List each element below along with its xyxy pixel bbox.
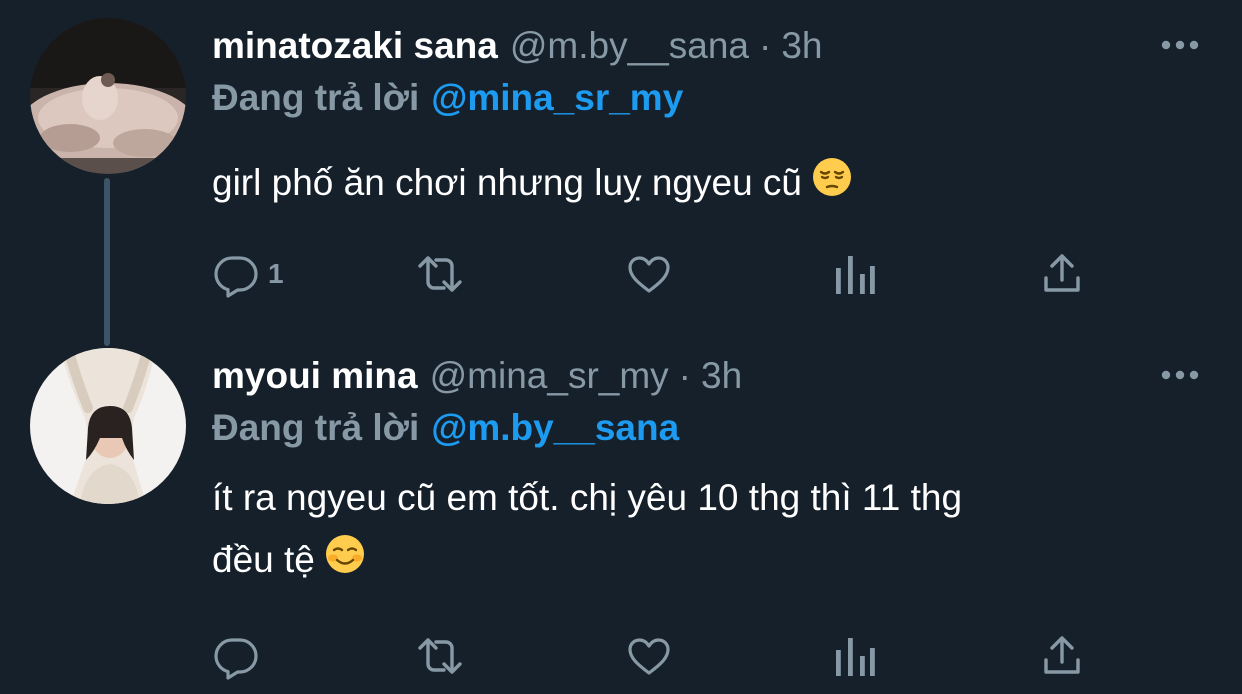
tweet-actions: 1: [212, 248, 1112, 300]
replying-to-mention[interactable]: @m.by__sana: [431, 407, 679, 449]
analytics-button[interactable]: [832, 248, 876, 300]
replying-to: Đang trả lời @mina_sr_my: [212, 72, 683, 124]
analytics-button[interactable]: [832, 630, 876, 682]
replying-to-mention[interactable]: @mina_sr_my: [431, 77, 683, 119]
more-options-button[interactable]: [1158, 30, 1202, 60]
retweet-button[interactable]: [412, 248, 468, 300]
replying-to-label: Đang trả lời: [212, 407, 420, 448]
pensive-face-emoji: [812, 154, 852, 216]
tweet-text-line-1: ít ra ngyeu cũ em tốt. chị yêu 10 thg th…: [212, 477, 963, 518]
share-icon: [1044, 636, 1080, 674]
reply-count: 1: [268, 258, 284, 289]
more-icon: [1161, 40, 1199, 50]
tweet-text: girl phố ăn chơi nhưng luỵ ngyeu cũ: [212, 152, 1202, 216]
retweet-icon: [418, 256, 462, 292]
display-name[interactable]: myoui mina: [212, 355, 418, 397]
separator-dot: ·: [758, 25, 772, 66]
reply-button[interactable]: [212, 630, 268, 682]
replying-to-label: Đang trả lời: [212, 77, 420, 118]
separator-dot: ·: [678, 355, 691, 396]
retweet-button[interactable]: [412, 630, 468, 682]
user-handle[interactable]: @m.by__sana: [510, 25, 749, 67]
thread-connector-line: [104, 178, 110, 346]
share-button[interactable]: [1038, 248, 1086, 300]
analytics-icon: [836, 638, 875, 676]
more-icon: [1161, 370, 1199, 380]
share-button[interactable]: [1038, 630, 1086, 682]
analytics-icon: [836, 256, 875, 294]
user-handle[interactable]: @mina_sr_my: [430, 355, 669, 397]
tweet-header: minatozaki sana @m.by__sana · 3h: [212, 20, 822, 72]
retweet-icon: [418, 638, 462, 674]
timestamp[interactable]: 3h: [781, 25, 822, 67]
smiling-face-emoji: [325, 531, 365, 593]
avatar-myoui-mina[interactable]: [30, 348, 186, 504]
like-button[interactable]: [624, 630, 674, 682]
tweet-text-line-2-wrap: đều tệ: [212, 529, 1202, 593]
display-name[interactable]: minatozaki sana: [212, 25, 498, 67]
avatar-photo: [30, 348, 186, 504]
tweet-text: ít ra ngyeu cũ em tốt. chị yêu 10 thg th…: [212, 467, 1202, 593]
avatar-minatozaki-sana[interactable]: [30, 18, 186, 174]
more-options-button[interactable]: [1158, 360, 1202, 390]
like-button[interactable]: [624, 248, 674, 300]
tweet-text-line-2: đều tệ: [212, 539, 315, 580]
tweet-actions: [212, 630, 1112, 682]
timestamp[interactable]: 3h: [701, 355, 742, 397]
tweet-header: myoui mina @mina_sr_my · 3h: [212, 350, 742, 402]
avatar-photo: [30, 18, 186, 174]
reply-button[interactable]: 1: [212, 248, 284, 300]
reply-icon: [214, 256, 258, 298]
heart-icon: [628, 638, 670, 675]
tweet-text-content: girl phố ăn chơi nhưng luỵ ngyeu cũ: [212, 162, 803, 203]
replying-to: Đang trả lời @m.by__sana: [212, 402, 679, 454]
heart-icon: [628, 256, 670, 293]
reply-icon: [214, 638, 258, 680]
share-icon: [1044, 254, 1080, 292]
